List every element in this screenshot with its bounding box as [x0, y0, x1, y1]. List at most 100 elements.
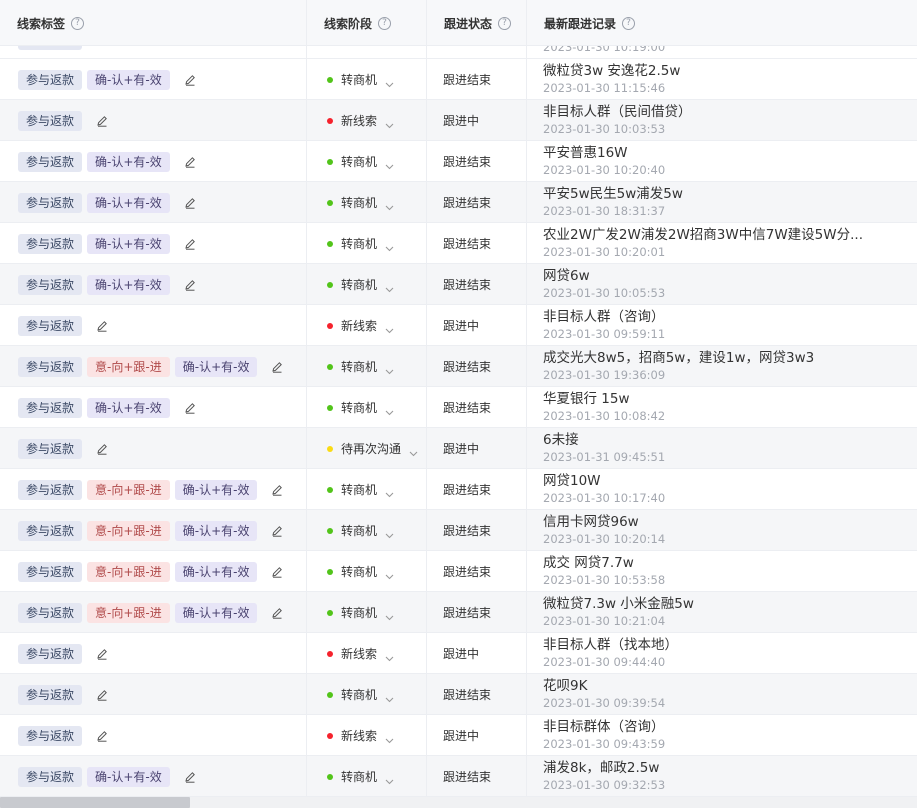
stage-select[interactable]: 转商机 [306, 59, 426, 100]
table-row[interactable]: 参与返款 确-认+有-效 转商机 跟进结束 农业2W广发2W浦发2W招商3W中信7W建设… [0, 223, 917, 264]
stage-select[interactable]: 转商机 [306, 264, 426, 305]
edit-tags-icon[interactable] [96, 730, 108, 742]
stage-select[interactable]: 新线索 [306, 100, 426, 141]
chevron-down-icon[interactable] [385, 323, 394, 333]
chevron-down-icon[interactable] [409, 446, 418, 456]
chevron-down-icon[interactable] [385, 241, 394, 251]
chevron-down-icon[interactable] [385, 118, 394, 128]
latest-record[interactable]: 浦发8k，邮政2.5w 2023-01-30 09:32:53 [526, 756, 917, 797]
chevron-down-icon[interactable] [385, 528, 394, 538]
edit-tags-icon[interactable] [184, 74, 196, 86]
table-row[interactable]: 参与返款 新线索 跟进中 非目标人群（民间借贷） 2023-01-30 10:03:53 [0, 100, 917, 141]
edit-tags-icon[interactable] [271, 361, 283, 373]
stage-select[interactable]: 新线索 [306, 715, 426, 756]
latest-record[interactable]: 信用卡网贷96w 2023-01-30 10:20:14 [526, 510, 917, 551]
table-row[interactable]: 参与返款 新线索 跟进中 非目标人群（咨询） 2023-01-30 09:59:11 [0, 305, 917, 346]
latest-record[interactable]: 网贷6w 2023-01-30 10:05:53 [526, 264, 917, 305]
latest-record[interactable]: 成交 网贷7.7w 2023-01-30 10:53:58 [526, 551, 917, 592]
header-stage[interactable]: 线索阶段 ? [306, 0, 426, 46]
latest-record[interactable]: 非目标人群（找本地） 2023-01-30 09:44:40 [526, 633, 917, 674]
latest-record[interactable]: 非目标人群（咨询） 2023-01-30 09:59:11 [526, 305, 917, 346]
edit-tags-icon[interactable] [184, 197, 196, 209]
latest-record[interactable]: 非目标人群（民间借贷） 2023-01-30 10:03:53 [526, 100, 917, 141]
edit-tags-icon[interactable] [271, 484, 283, 496]
stage-select[interactable]: 新线索 [306, 633, 426, 674]
stage-select[interactable]: 转商机 [306, 469, 426, 510]
scrollbar-thumb[interactable] [0, 797, 190, 808]
chevron-down-icon[interactable] [385, 405, 394, 415]
latest-record[interactable]: 6未接 2023-01-31 09:45:51 [526, 428, 917, 469]
latest-record[interactable]: 花呗9K 2023-01-30 09:39:54 [526, 674, 917, 715]
stage-select[interactable]: 转商机 [306, 182, 426, 223]
chevron-down-icon[interactable] [385, 692, 394, 702]
latest-record[interactable]: 微粒贷7.3w 小米金融5w 2023-01-30 10:21:04 [526, 592, 917, 633]
edit-tags-icon[interactable] [96, 443, 108, 455]
latest-record[interactable]: 微粒贷3w 安逸花2.5w 2023-01-30 11:15:46 [526, 59, 917, 100]
table-row[interactable]: 参与返款 意-向+跟-进 确-认+有-效 转商机 跟进结束 网贷10W 2023-01-30… [0, 469, 917, 510]
stage-select[interactable]: 转商机 [306, 141, 426, 182]
edit-tags-icon[interactable] [96, 320, 108, 332]
chevron-down-icon[interactable] [385, 774, 394, 784]
help-icon[interactable]: ? [622, 16, 636, 30]
table-row[interactable]: 参与返款 确-认+有-效 转商机 跟进结束 平安5w民生5w浦发5w 2023-01-30… [0, 182, 917, 223]
header-tags[interactable]: 线索标签 ? [0, 0, 306, 46]
chevron-down-icon[interactable] [385, 569, 394, 579]
chevron-down-icon[interactable] [385, 733, 394, 743]
table-row[interactable]: 参与返款 确-认+有-效 转商机 跟进结束 浦发8k，邮政2.5w 2023-01-30 … [0, 756, 917, 797]
edit-tags-icon[interactable] [184, 402, 196, 414]
chevron-down-icon[interactable] [385, 282, 394, 292]
table-row[interactable]: 参与返款 确-认+有-效 转商机 跟进结束 网贷6w 2023-01-30 10:05:5… [0, 264, 917, 305]
table-row[interactable]: 参与返款 意-向+跟-进 确-认+有-效 转商机 跟进结束 成交光大8w5，招商5w，建设… [0, 346, 917, 387]
table-row[interactable]: 参与返款 确-认+有-效 转商机 跟进结束 华夏银行 15w 2023-01-30 10:… [0, 387, 917, 428]
edit-tags-icon[interactable] [271, 525, 283, 537]
chevron-down-icon[interactable] [385, 487, 394, 497]
edit-tags-icon[interactable] [184, 771, 196, 783]
latest-record[interactable]: 非目标群体（咨询） 2023-01-30 09:43:59 [526, 715, 917, 756]
table-row[interactable]: 参与返款 转商机 跟进结束 花呗9K 2023-01-30 09:39:54 [0, 674, 917, 715]
edit-tags-icon[interactable] [96, 115, 108, 127]
table-row[interactable]: 参与返款 新线索 跟进中 非目标人群（找本地） 2023-01-30 09:44:40 [0, 633, 917, 674]
horizontal-scrollbar[interactable] [0, 797, 917, 808]
edit-tags-icon[interactable] [184, 279, 196, 291]
chevron-down-icon[interactable] [385, 77, 394, 87]
stage-select[interactable]: 转商机 [306, 756, 426, 797]
stage-select[interactable]: 转商机 [306, 674, 426, 715]
chevron-down-icon[interactable] [385, 200, 394, 210]
table-row[interactable]: 参与返款 意-向+跟-进 确-认+有-效 转商机 跟进结束 成交 网贷7.7w 2023-0… [0, 551, 917, 592]
edit-tags-icon[interactable] [184, 156, 196, 168]
stage-select[interactable]: 转商机 [306, 510, 426, 551]
chevron-down-icon[interactable] [385, 364, 394, 374]
stage-select[interactable]: 转商机 [306, 551, 426, 592]
latest-record[interactable]: 华夏银行 15w 2023-01-30 10:08:42 [526, 387, 917, 428]
stage-select[interactable]: 新线索 [306, 305, 426, 346]
table-row[interactable]: 参与返款 确-认+有-效 转商机 跟进结束 微粒贷3w 安逸花2.5w 2023-01-3… [0, 59, 917, 100]
edit-tags-icon[interactable] [271, 607, 283, 619]
edit-tags-icon[interactable] [271, 566, 283, 578]
latest-record[interactable]: 平安普惠16W 2023-01-30 10:20:40 [526, 141, 917, 182]
stage-select[interactable]: 待再次沟通 [306, 428, 426, 469]
stage-select[interactable]: 转商机 [306, 592, 426, 633]
help-icon[interactable]: ? [378, 16, 392, 30]
table-row[interactable]: 参与返款 确-认+有-效 转商机 跟进结束 平安普惠16W 2023-01-30 10:2… [0, 141, 917, 182]
latest-record[interactable]: 平安5w民生5w浦发5w 2023-01-30 18:31:37 [526, 182, 917, 223]
table-row-partial[interactable]: 2023-01-30 10:19:00 [0, 46, 917, 59]
chevron-down-icon[interactable] [385, 651, 394, 661]
help-icon[interactable]: ? [498, 16, 512, 30]
edit-tags-icon[interactable] [184, 238, 196, 250]
table-row[interactable]: 参与返款 意-向+跟-进 确-认+有-效 转商机 跟进结束 信用卡网贷96w 2023-01… [0, 510, 917, 551]
table-row[interactable]: 参与返款 新线索 跟进中 非目标群体（咨询） 2023-01-30 09:43:59 [0, 715, 917, 756]
edit-tags-icon[interactable] [96, 689, 108, 701]
stage-select[interactable]: 转商机 [306, 346, 426, 387]
table-row[interactable]: 参与返款 待再次沟通 跟进中 6未接 2023-01-31 09:45:51 [0, 428, 917, 469]
latest-record[interactable]: 成交光大8w5，招商5w，建设1w，网贷3w3 2023-01-30 19:36:… [526, 346, 917, 387]
help-icon[interactable]: ? [71, 16, 85, 30]
latest-record[interactable]: 网贷10W 2023-01-30 10:17:40 [526, 469, 917, 510]
chevron-down-icon[interactable] [385, 610, 394, 620]
header-record[interactable]: 最新跟进记录 ? [526, 0, 917, 46]
table-row[interactable]: 参与返款 意-向+跟-进 确-认+有-效 转商机 跟进结束 微粒贷7.3w 小米金融5w 2… [0, 592, 917, 633]
latest-record[interactable]: 农业2W广发2W浦发2W招商3W中信7W建设5W分... 2023-01-30 1… [526, 223, 917, 264]
edit-tags-icon[interactable] [96, 648, 108, 660]
stage-select[interactable]: 转商机 [306, 223, 426, 264]
header-status[interactable]: 跟进状态 ? [426, 0, 526, 46]
chevron-down-icon[interactable] [385, 159, 394, 169]
